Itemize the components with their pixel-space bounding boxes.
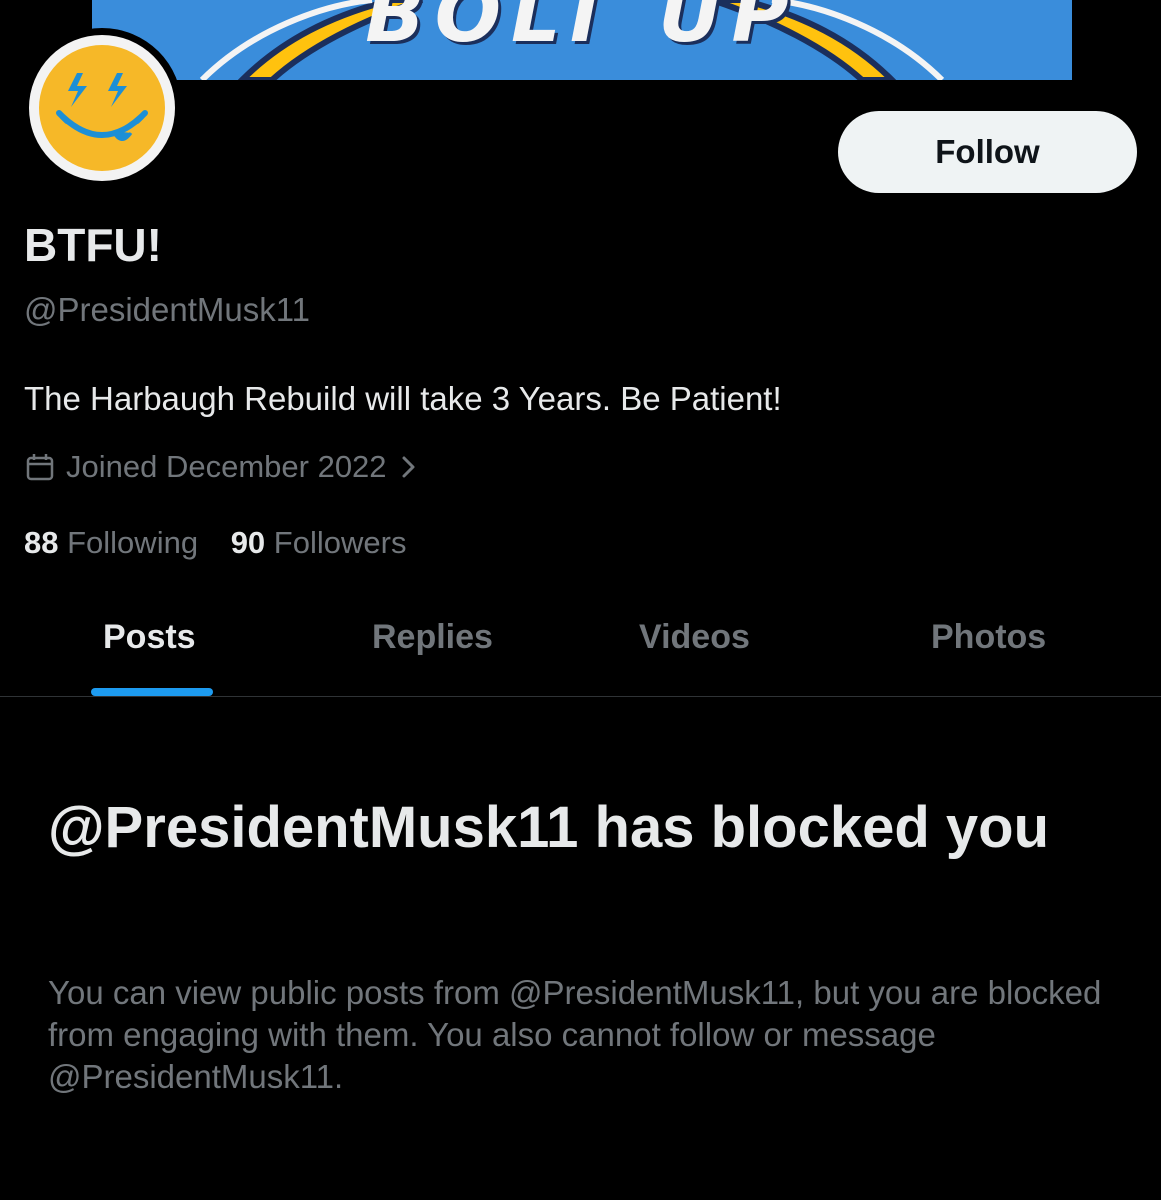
blocked-description: You can view public posts from @Presiden… (48, 974, 1102, 1095)
avatar[interactable] (22, 28, 182, 188)
banner-text: BOLT UP (365, 0, 799, 60)
blocked-title: @PresidentMusk11 has blocked you (48, 795, 1050, 860)
active-tab-indicator (91, 688, 213, 696)
following-count: 88 (24, 525, 59, 560)
joined-text: Joined December 2022 (66, 449, 387, 484)
smiley-face-icon (39, 45, 165, 171)
followers-label: Followers (273, 525, 407, 560)
followers-count: 90 (230, 525, 266, 560)
chevron-right-icon (399, 453, 419, 481)
tab-posts[interactable]: Posts (103, 618, 196, 657)
follow-button[interactable]: Follow (838, 111, 1137, 193)
tab-photos[interactable]: Photos (931, 618, 1046, 657)
follow-counts: 88 Following 90 Followers (24, 525, 430, 561)
avatar-image (29, 35, 175, 181)
calendar-icon (24, 451, 56, 483)
display-name: BTFU! (24, 219, 162, 271)
followers-link[interactable]: 90 Followers (231, 525, 407, 560)
profile-tabs: Posts Replies Videos Photos (0, 600, 1161, 697)
profile-banner[interactable]: BOLT UP (92, 0, 1072, 80)
following-link[interactable]: 88 Following (24, 525, 198, 560)
tab-videos[interactable]: Videos (639, 618, 750, 657)
tab-replies[interactable]: Replies (372, 618, 493, 657)
joined-date-row[interactable]: Joined December 2022 (24, 449, 419, 485)
following-label: Following (67, 525, 199, 560)
handle: @PresidentMusk11 (24, 291, 311, 328)
bio: The Harbaugh Rebuild will take 3 Years. … (24, 380, 782, 417)
